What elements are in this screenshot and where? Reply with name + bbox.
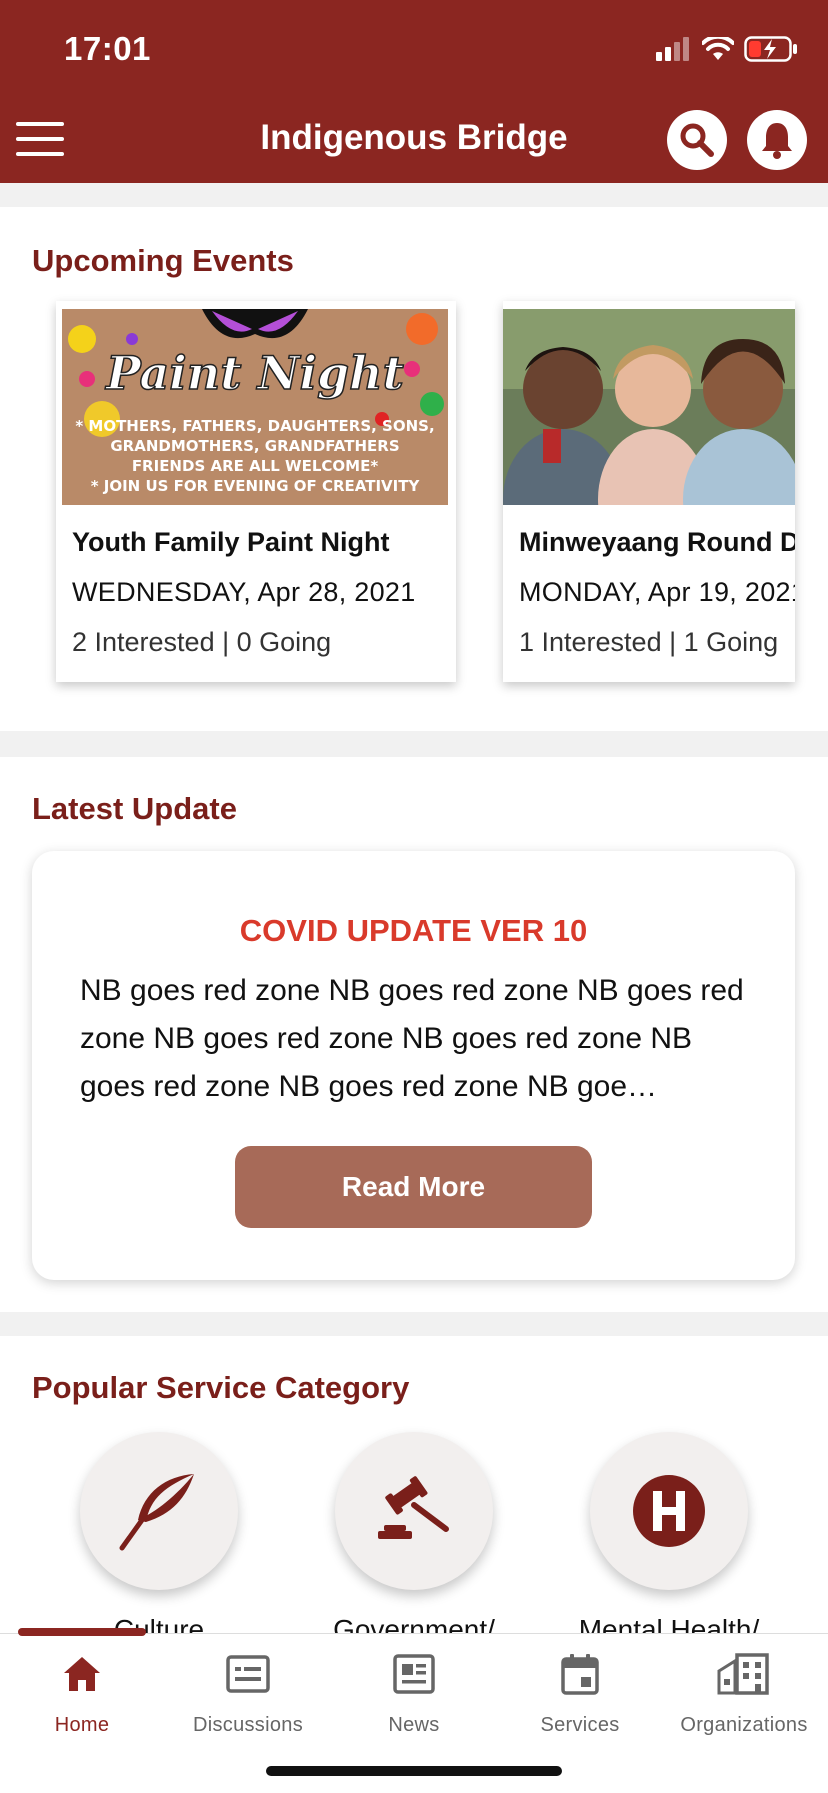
tab-services[interactable]: Services bbox=[500, 1648, 660, 1737]
tab-label: Home bbox=[54, 1714, 110, 1736]
event-stats: 2 Interested | 0 Going bbox=[72, 627, 332, 657]
poster-line: * MOTHERS, FATHERS, DAUGHTERS, SONS, bbox=[75, 417, 434, 435]
tab-home[interactable]: Home bbox=[2, 1648, 162, 1737]
section-title: Latest Update bbox=[32, 791, 237, 826]
popular-services-section: Popular Service Category Culture Governm… bbox=[0, 1336, 828, 1645]
discussions-icon bbox=[226, 1655, 270, 1693]
upcoming-events-section: Upcoming Events Paint Night * MOTHERS, F… bbox=[0, 207, 828, 731]
feather-icon bbox=[119, 1474, 194, 1551]
status-icons bbox=[656, 34, 798, 64]
event-card[interactable]: Paint Night * MOTHERS, FATHERS, DAUGHTER… bbox=[56, 301, 456, 682]
app-header: 17:01 Indigenous Bridge bbox=[0, 0, 828, 183]
service-category-culture[interactable]: Culture bbox=[49, 1432, 269, 1646]
tab-label: Organizations bbox=[680, 1714, 808, 1736]
service-category-government[interactable]: Government/ bbox=[304, 1432, 524, 1646]
event-photo-image bbox=[503, 309, 795, 505]
battery-charging-icon bbox=[744, 36, 797, 62]
section-title: Upcoming Events bbox=[32, 243, 294, 278]
service-icon-circle bbox=[80, 1432, 238, 1590]
home-indicator bbox=[266, 1766, 562, 1776]
wifi-icon bbox=[702, 37, 734, 60]
service-category-mental-health[interactable]: Mental Health/ bbox=[559, 1432, 779, 1646]
read-more-button[interactable]: Read More bbox=[235, 1146, 592, 1228]
update-body: NB goes red zone NB goes red zone NB goe… bbox=[80, 974, 744, 1103]
calendar-icon bbox=[561, 1654, 599, 1695]
active-tab-indicator bbox=[18, 1628, 146, 1636]
event-date: WEDNESDAY, Apr 28, 2021 bbox=[72, 577, 416, 607]
bell-icon bbox=[762, 123, 792, 159]
event-card[interactable]: Minweyaang Round Dance MONDAY, Apr 19, 2… bbox=[503, 301, 795, 682]
gavel-icon bbox=[378, 1476, 449, 1539]
service-icon-circle bbox=[590, 1432, 748, 1590]
service-icon-circle bbox=[335, 1432, 493, 1590]
search-icon bbox=[680, 123, 714, 157]
tab-label: Services bbox=[540, 1714, 620, 1736]
tab-news[interactable]: News bbox=[334, 1648, 494, 1737]
poster-line: GRANDMOTHERS, GRANDFATHERS bbox=[110, 437, 399, 455]
section-title: Popular Service Category bbox=[32, 1370, 410, 1405]
home-icon bbox=[64, 1657, 100, 1691]
cellular-signal-icon bbox=[656, 37, 689, 61]
poster-line: FRIENDS ARE ALL WELCOME* bbox=[132, 457, 379, 475]
event-title: Youth Family Paint Night bbox=[72, 527, 390, 557]
status-time: 17:01 bbox=[64, 30, 151, 67]
tab-discussions[interactable]: Discussions bbox=[168, 1648, 328, 1737]
tab-label: Discussions bbox=[193, 1714, 303, 1736]
latest-update-section: Latest Update COVID UPDATE VER 10 NB goe… bbox=[0, 757, 828, 1312]
tab-label: News bbox=[388, 1714, 440, 1736]
event-poster-image: Paint Night * MOTHERS, FATHERS, DAUGHTER… bbox=[62, 309, 448, 505]
tab-organizations[interactable]: Organizations bbox=[664, 1648, 824, 1737]
event-title: Minweyaang Round Dance bbox=[519, 527, 795, 557]
event-date: MONDAY, Apr 19, 2021 bbox=[519, 577, 795, 607]
poster-title: Paint Night bbox=[104, 346, 404, 400]
update-card: COVID UPDATE VER 10 NB goes red zone NB … bbox=[32, 851, 795, 1280]
update-title: COVID UPDATE VER 10 bbox=[239, 913, 588, 948]
poster-line: * JOIN US FOR EVENING OF CREATIVITY bbox=[91, 477, 421, 495]
news-icon bbox=[393, 1654, 435, 1694]
notifications-button[interactable] bbox=[747, 110, 807, 170]
search-button[interactable] bbox=[667, 110, 727, 170]
event-stats: 1 Interested | 1 Going bbox=[519, 627, 779, 657]
buildings-icon bbox=[717, 1653, 769, 1695]
hospital-icon bbox=[633, 1475, 705, 1547]
